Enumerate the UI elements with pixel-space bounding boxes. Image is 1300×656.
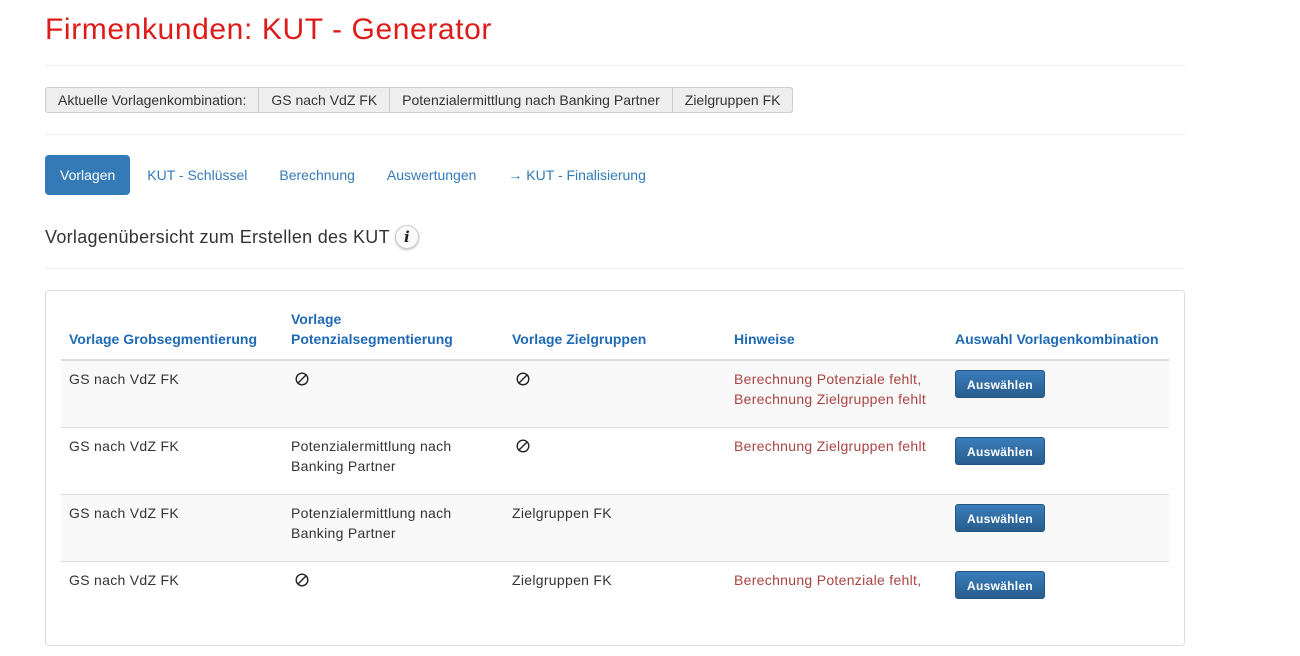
select-button[interactable]: Auswählen [955,571,1046,599]
combination-label: Aktuelle Vorlagenkombination: [45,87,260,113]
table-row: GS nach VdZ FK Potenzialermittlung nach … [61,427,1169,495]
current-combination-bar: Aktuelle Vorlagenkombination: GS nach Vd… [45,87,1185,113]
not-available-icon [295,372,309,386]
cell-grob: GS nach VdZ FK [61,427,283,495]
cell-zielgruppen [504,427,726,495]
not-available-icon [516,439,530,453]
cell-zielgruppen: Zielgruppen FK [504,494,726,562]
info-icon[interactable]: i [394,225,419,249]
cell-potenzial [283,561,504,628]
select-button[interactable]: Auswählen [955,437,1046,465]
cell-grob: GS nach VdZ FK [61,494,283,562]
divider [45,268,1185,269]
combination-zielgruppen: Zielgruppen FK [672,87,794,113]
tab-auswertungen[interactable]: Auswertungen [372,155,492,195]
templates-panel: Vorlage Grobsegmentierung Vorlage Potenz… [45,290,1185,646]
table-header-row: Vorlage Grobsegmentierung Vorlage Potenz… [61,309,1169,361]
table-row: GS nach VdZ FK Berechnung Potenziale feh… [61,359,1169,428]
divider [45,65,1185,66]
cell-potenzial: Potenzialermittlung nach Banking Partner [283,494,504,562]
header-grobsegmentierung: Vorlage Grobsegmentierung [61,309,283,361]
cell-auswahl: Auswählen [947,427,1169,495]
page: Firmenkunden: KUT - Generator Aktuelle V… [45,0,1185,646]
table-row: GS nach VdZ FK Zielgruppen FK Berechnung… [61,561,1169,628]
table-row: GS nach VdZ FK Potenzialermittlung nach … [61,494,1169,562]
cell-hinweise [726,494,947,562]
cell-auswahl: Auswählen [947,494,1169,562]
tab-kut-finalisierung[interactable]: → KUT - Finalisierung [493,155,660,195]
not-available-icon [516,372,530,386]
select-button[interactable]: Auswählen [955,504,1046,532]
section-title: Vorlagenübersicht zum Erstellen des KUT [45,226,390,247]
cell-hinweise: Berechnung Potenziale fehlt, [726,561,947,628]
nav-tabs: Vorlagen KUT - Schlüssel Berechnung Ausw… [45,155,1185,195]
cell-grob: GS nach VdZ FK [61,359,283,428]
not-available-icon [295,573,309,587]
cell-grob: GS nach VdZ FK [61,561,283,628]
cell-potenzial: Potenzialermittlung nach Banking Partner [283,427,504,495]
header-potenzialsegmentierung: Vorlage Potenzialsegmentierung [283,309,504,361]
cell-zielgruppen [504,359,726,428]
cell-potenzial [283,359,504,428]
templates-table: Vorlage Grobsegmentierung Vorlage Potenz… [61,309,1169,628]
cell-hinweise: Berechnung Zielgruppen fehlt [726,427,947,495]
cell-auswahl: Auswählen [947,561,1169,628]
select-button[interactable]: Auswählen [955,370,1046,398]
tab-berechnung[interactable]: Berechnung [264,155,370,195]
header-hinweise: Hinweise [726,309,947,361]
tab-kut-schluessel[interactable]: KUT - Schlüssel [132,155,262,195]
tab-vorlagen[interactable]: Vorlagen [45,155,131,195]
page-title: Firmenkunden: KUT - Generator [45,13,493,46]
cell-hinweise: Berechnung Potenziale fehlt, Berechnung … [726,359,947,428]
cell-auswahl: Auswählen [947,359,1169,428]
header-auswahl: Auswahl Vorlagenkombination [947,309,1169,361]
section-header: Vorlagenübersicht zum Erstellen des KUT … [45,224,1185,250]
combination-potenzial: Potenzialermittlung nach Banking Partner [390,87,673,113]
divider [45,134,1185,135]
combination-grob: GS nach VdZ FK [259,87,391,113]
header-zielgruppen: Vorlage Zielgruppen [504,309,726,361]
cell-zielgruppen: Zielgruppen FK [504,561,726,628]
